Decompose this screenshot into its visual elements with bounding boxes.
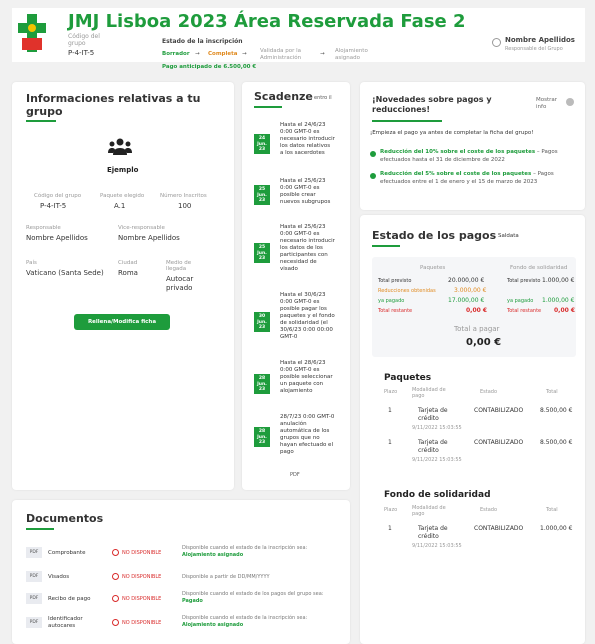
pdf-icon[interactable]: PDF (26, 547, 42, 558)
documents-title: Documentos (26, 512, 104, 525)
packages-title: Paquetes (384, 373, 432, 383)
deadline-date: 25 Jun. 23 (254, 243, 270, 263)
resp-value: Nombre Apellidos (26, 234, 88, 242)
step-complete: Completa (208, 51, 238, 57)
news-title: ¡Novedades sobre pagos y reducciones! (372, 95, 492, 114)
status-label: Estado de la inscripción (162, 38, 243, 45)
country-label: País (26, 260, 37, 266)
deadline-text: Hasta el 24/6/23 0:00 GMT-0 es necesario… (280, 122, 335, 156)
fund-col-label: Fondo de solidaridad (510, 265, 568, 271)
pdf-icon[interactable]: PDF (26, 617, 42, 628)
fund-title: Fondo de solidaridad (384, 490, 491, 500)
step-validated: Validada por la Administración (260, 48, 302, 61)
step-draft: Borrador (162, 51, 190, 57)
group-type: Ejemplo (107, 166, 139, 174)
vice-label: Vice-responsable (118, 225, 165, 231)
deadlines-pdf-link[interactable]: PDF (290, 472, 300, 478)
vice-value: Nombre Apellidos (118, 234, 180, 242)
deadline-date: 28 Jun. 23 (254, 374, 270, 394)
document-row: PDF Visados NO DISPONIBLE Disponible a p… (26, 568, 342, 588)
payment-method: Tarjeta de crédito (418, 439, 448, 454)
total-label: Total a pagar (454, 325, 500, 333)
unavailable-icon (112, 595, 119, 602)
jmj-logo-icon (18, 14, 46, 52)
packages-col-label: Paquetes (420, 265, 446, 271)
advance-paid: Pago anticipado de 6.500,00 € (162, 64, 257, 70)
transport-value: Autocar privado (166, 275, 194, 292)
unavailable-icon (112, 549, 119, 556)
deadline-date: 25 Jun. 23 (254, 185, 270, 205)
info-icon[interactable] (566, 98, 574, 106)
deadline-date: 24 Jun. 23 (254, 134, 270, 154)
code-label: Código del grupo (34, 193, 82, 199)
transport-label: Medio de llegada (166, 260, 192, 272)
group-info-title: Informaciones relativas a tu grupo (26, 92, 201, 118)
user-name[interactable]: Nombre Apellidos (505, 36, 575, 44)
document-row: PDF Recibo de pago NO DISPONIBLE Disponi… (26, 590, 342, 610)
deadlines-card: Scadenze entro il 24 Jun. 23 Hasta el 24… (242, 82, 350, 490)
package-label: Paquete elegido (100, 193, 145, 199)
payment-status: CONTABILIZADO (474, 525, 524, 532)
payment-status: CONTABILIZADO (474, 439, 524, 446)
step-housing: Alojamiento asignado (335, 48, 368, 61)
numbers-label: Número Inscritos (160, 193, 207, 199)
payments-card: Estado de los pagos Saldata Paquetes Fon… (360, 215, 585, 644)
unavailable-icon (112, 573, 119, 580)
page-title: JMJ Lisboa 2023 Área Reservada Fase 2 (68, 11, 466, 32)
package-value: A.1 (114, 202, 126, 210)
country-value: Vaticano (Santa Sede) (26, 269, 104, 277)
deadline-date: 30 Jun. 23 (254, 312, 270, 332)
user-avatar-icon[interactable] (492, 38, 501, 47)
city-value: Roma (118, 269, 138, 277)
payment-method: Tarjeta de crédito (418, 525, 448, 540)
city-label: Ciudad (118, 260, 138, 266)
deadline-text: Hasta el 30/6/23 0:00 GMT-0 es posible p… (280, 292, 335, 340)
numbers-value: 100 (178, 202, 192, 210)
pdf-icon[interactable]: PDF (26, 593, 42, 604)
payment-status: CONTABILIZADO (474, 407, 524, 414)
pdf-icon[interactable]: PDF (26, 571, 42, 582)
payment-method: Tarjeta de crédito (418, 407, 448, 422)
resp-label: Responsable (26, 225, 61, 231)
deadline-text: 28/7/23 0:00 GMT-0 anulación automática … (280, 414, 335, 455)
unavailable-icon (112, 619, 119, 626)
news-intro: ¡Empieza el pago ya antes de completar l… (370, 130, 534, 136)
news-card: ¡Novedades sobre pagos y reducciones! Mo… (360, 82, 585, 210)
header: JMJ Lisboa 2023 Área Reservada Fase 2 Có… (12, 8, 585, 70)
document-row: PDF Identificador autocares NO DISPONIBL… (26, 614, 342, 634)
deadline-text: Hasta el 25/6/23 0:00 GMT-0 es necesario… (280, 224, 335, 272)
deadlines-title: Scadenze (254, 90, 313, 103)
edit-group-button[interactable]: Rellena/Modifica ficha (74, 314, 170, 330)
group-info-card: Informaciones relativas a tu grupo Ejemp… (12, 82, 234, 490)
news-bullet: Reducción del 5% sobre el coste de los p… (380, 171, 554, 185)
code-value: P-4-IT-5 (40, 202, 67, 210)
deadline-text: Hasta el 25/6/23 0:00 GMT-0 es posible c… (280, 178, 331, 205)
total-value: 0,00 € (466, 337, 502, 348)
news-more-link[interactable]: Mostrar info (536, 97, 562, 111)
payments-title: Estado de los pagos (372, 229, 497, 242)
group-icon (108, 138, 132, 155)
document-row: PDF Comprobante NO DISPONIBLE Disponible… (26, 544, 342, 564)
deadlines-subtitle: entro il (314, 95, 332, 101)
news-bullet: Reducción del 10% sobre el coste de los … (380, 149, 558, 163)
user-role: Responsable del Grupo (505, 46, 563, 52)
deadline-date: 28 Jun. 23 (254, 427, 270, 447)
documents-card: Documentos PDF Comprobante NO DISPONIBLE… (12, 500, 350, 644)
payments-status: Saldata (498, 233, 519, 239)
deadline-text: Hasta el 28/6/23 0:00 GMT-0 es posible s… (280, 360, 333, 394)
group-code: P-4-IT-5 (68, 49, 95, 57)
group-code-label: Código del grupo (68, 33, 100, 47)
